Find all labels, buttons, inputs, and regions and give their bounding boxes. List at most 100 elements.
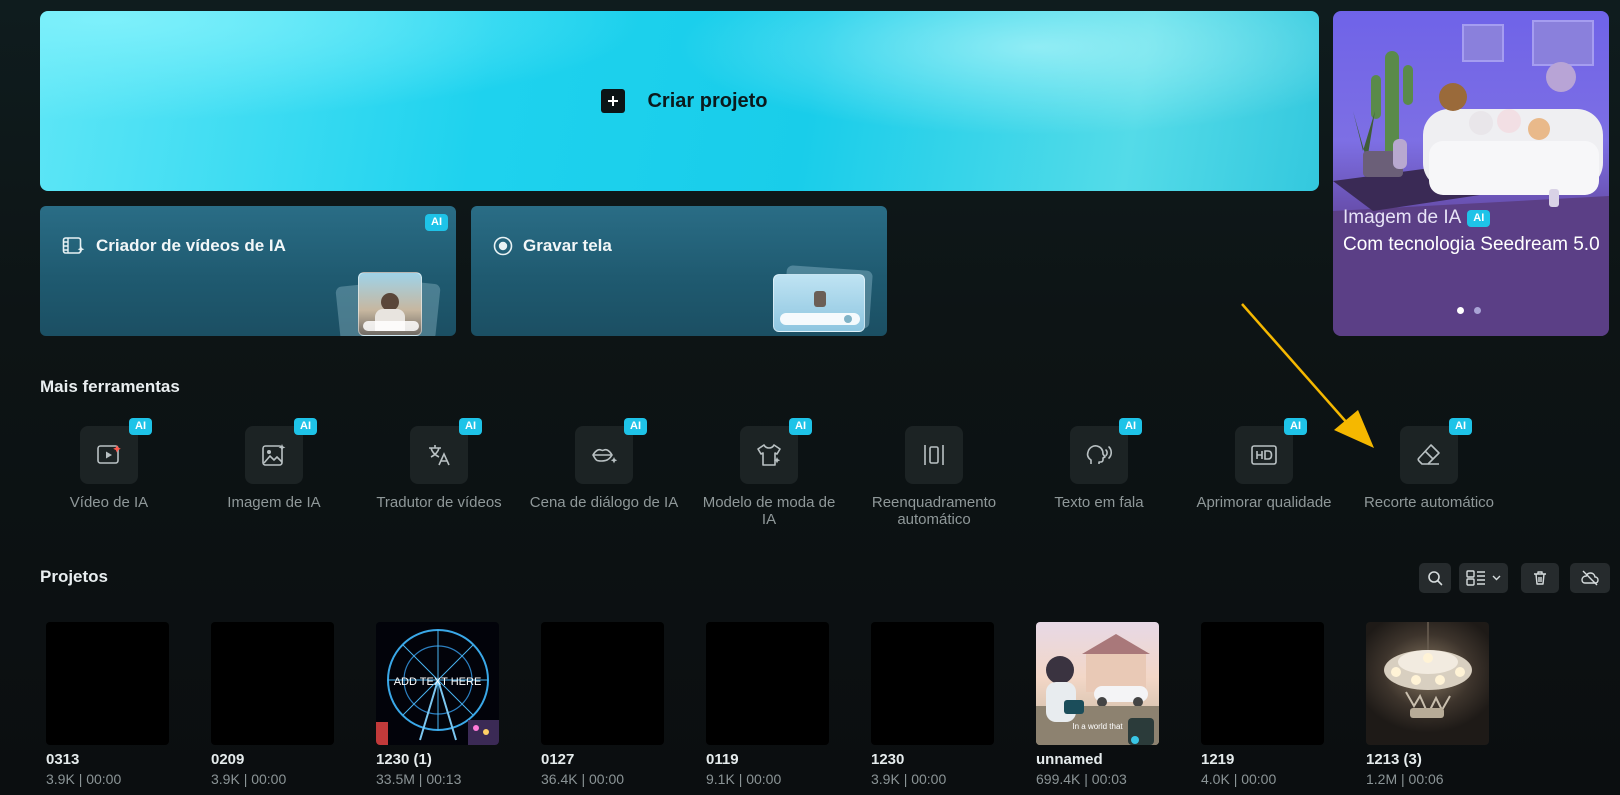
project-card[interactable]: 1213 (3) 1.2M | 00:06 [1366, 622, 1490, 787]
tool-label: Aprimorar qualidade [1196, 494, 1332, 511]
ai-badge: AI [294, 418, 317, 435]
tool-ai-image[interactable]: AI Imagem de IA [199, 418, 349, 511]
project-card[interactable]: 0313 3.9K | 00:00 [46, 622, 170, 787]
project-card[interactable]: 1219 4.0K | 00:00 [1201, 622, 1325, 787]
project-meta: 33.5M | 00:13 [376, 771, 462, 787]
project-name: 0127 [541, 751, 575, 768]
project-thumbnail [706, 622, 829, 745]
project-card[interactable]: ADD TEXT HERE 1230 (1) 33.5M | 00:13 [376, 622, 500, 787]
speech-head-icon [1086, 445, 1113, 464]
project-meta: 9.1K | 00:00 [706, 771, 782, 787]
project-thumbnail [1201, 622, 1324, 745]
project-name: 0119 [706, 751, 739, 768]
project-meta: 3.9K | 00:00 [211, 771, 287, 787]
thumbnail-overlay-text: In a world that [1072, 722, 1123, 731]
project-meta: 1.2M | 00:06 [1366, 771, 1444, 787]
film-sparkle-icon [62, 237, 85, 254]
project-meta: 699.4K | 00:03 [1036, 771, 1127, 787]
project-thumbnail [1366, 622, 1489, 745]
project-name: unnamed [1036, 751, 1103, 768]
tool-ai-video[interactable]: AI Vídeo de IA [34, 418, 184, 511]
tool-label: Vídeo de IA [69, 494, 149, 511]
tool-label: Texto em fala [1054, 494, 1144, 511]
ai-badge: AI [1119, 418, 1142, 435]
tool-label: Reenquadramento automático [871, 494, 997, 528]
tool-auto-reframe[interactable]: Reenquadramento automático [859, 426, 1009, 528]
tool-label: Modelo de moda de IA [702, 494, 836, 528]
project-thumbnail [211, 622, 334, 745]
tool-video-translator[interactable]: AI Tradutor de vídeos [364, 418, 514, 511]
project-card[interactable]: 0209 3.9K | 00:00 [211, 622, 335, 787]
project-thumbnail [871, 622, 994, 745]
plus-icon [601, 89, 626, 113]
trash-icon [1534, 571, 1546, 585]
grid-view-icon [1466, 570, 1485, 586]
project-thumbnail [541, 622, 664, 745]
tool-ai-dialogue-scene[interactable]: AI Cena de diálogo de IA [529, 418, 679, 511]
ai-badge: AI [789, 418, 812, 435]
tool-auto-cutout[interactable]: AI Recorte automático [1354, 418, 1504, 511]
delete-projects-button[interactable] [1521, 563, 1559, 593]
project-meta: 36.4K | 00:00 [541, 771, 625, 787]
search-projects-button[interactable] [1419, 563, 1451, 593]
carousel-dots [1457, 307, 1481, 314]
project-card[interactable]: 1230 3.9K | 00:00 [871, 622, 995, 787]
tool-ai-fashion-model[interactable]: AI Modelo de moda de IA [694, 418, 844, 528]
project-name: 1219 [1201, 751, 1235, 768]
record-screen-label: Gravar tela [523, 236, 612, 255]
project-thumbnail [46, 622, 169, 745]
tool-text-to-speech[interactable]: AI Texto em fala [1024, 418, 1174, 511]
ai-badge: AI [1284, 418, 1307, 435]
create-project-button[interactable]: Criar projeto [40, 11, 1319, 191]
view-mode-dropdown[interactable] [1459, 563, 1508, 593]
project-name: 1230 (1) [376, 751, 432, 768]
project-card[interactable]: In a world that unnamed 699.4K | 00:03 [1036, 622, 1160, 787]
ai-badge: AI [1467, 209, 1491, 227]
project-name: 1213 (3) [1366, 751, 1422, 768]
ai-badge: AI [129, 418, 152, 435]
record-icon [493, 236, 513, 256]
carousel-dot[interactable] [1457, 307, 1464, 314]
project-meta: 4.0K | 00:00 [1201, 771, 1277, 787]
promo-subtitle: Imagem de IA [1343, 207, 1462, 228]
record-screen-card[interactable]: Gravar tela [471, 206, 887, 336]
ai-badge: AI [425, 214, 448, 231]
project-thumbnail: In a world that [1036, 622, 1159, 745]
chandelier-image [1384, 622, 1472, 718]
reframe-icon [924, 445, 944, 465]
ai-video-creator-illustration [330, 264, 450, 336]
ai-badge: AI [624, 418, 647, 435]
thumbnail-overlay-text: ADD TEXT HERE [393, 676, 482, 688]
ai-badge: AI [1449, 418, 1472, 435]
project-meta: 3.9K | 00:00 [46, 771, 122, 787]
carousel-dot[interactable] [1474, 307, 1481, 314]
project-meta: 3.9K | 00:00 [871, 771, 947, 787]
tool-label: Imagem de IA [227, 494, 321, 511]
chevron-down-icon [1492, 575, 1501, 581]
project-name: 1230 [871, 751, 905, 768]
ai-video-creator-card[interactable]: AI Criador de vídeos de IA [40, 206, 456, 336]
search-icon [1428, 571, 1443, 586]
cloud-sync-button[interactable] [1570, 563, 1610, 593]
project-card[interactable]: 0127 36.4K | 00:00 [541, 622, 665, 787]
shirt-sparkle-icon [757, 444, 781, 466]
project-card[interactable]: 0119 9.1K | 00:00 [706, 622, 830, 787]
video-play-icon [97, 445, 121, 464]
tool-label: Cena de diálogo de IA [529, 494, 679, 511]
promo-title: Com tecnologia Seedream 5.0 [1343, 234, 1600, 255]
translate-icon [429, 445, 450, 466]
create-project-label: Criar projeto [647, 89, 768, 112]
projects-section-title: Projetos [40, 567, 109, 586]
project-name: 0209 [211, 751, 245, 768]
tools-section-title: Mais ferramentas [40, 377, 180, 396]
cloud-off-icon [1581, 570, 1599, 586]
eraser-icon [1417, 444, 1440, 465]
tool-enhance-quality[interactable]: AI Aprimorar qualidade [1189, 418, 1339, 511]
promo-banner[interactable]: Imagem de IA AI Com tecnologia Seedream … [1333, 11, 1609, 336]
tool-label: Recorte automático [1363, 494, 1495, 511]
image-sparkle-icon [262, 444, 286, 466]
project-name: 0313 [46, 751, 80, 768]
record-screen-illustration [771, 265, 881, 336]
ai-badge: AI [459, 418, 482, 435]
tool-label: Tradutor de vídeos [376, 494, 502, 511]
